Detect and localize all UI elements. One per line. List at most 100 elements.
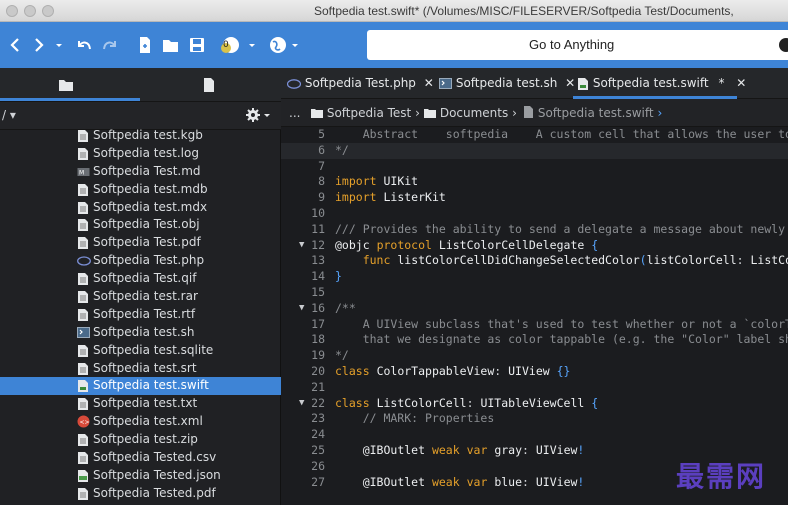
fold-toggle-icon[interactable]: ▼ <box>299 396 304 412</box>
file-tree-item[interactable]: Softpedia Test.rtf <box>0 306 281 324</box>
file-tree-item[interactable]: Softpedia Test.php <box>0 252 281 270</box>
breadcrumb-item[interactable]: Softpedia test.swift › <box>523 106 662 120</box>
redo-button[interactable] <box>101 34 121 56</box>
code-line[interactable]: 17 A UIView subclass that's used to test… <box>281 317 788 333</box>
file-tree-item[interactable]: Softpedia test.mdx <box>0 199 281 217</box>
tab-softpedia-test-php[interactable]: Softpedia Test.php ✕ <box>286 68 434 99</box>
file-tree-item[interactable]: M Softpedia Test.md <box>0 163 281 181</box>
tab-softpedia-test-sh[interactable]: Softpedia test.sh ✕ <box>439 68 575 99</box>
tab-open-files[interactable] <box>140 68 281 102</box>
file-tree-item[interactable]: Softpedia test.sh <box>0 324 281 342</box>
code-line[interactable]: 7 <box>281 159 788 175</box>
file-tree-item[interactable]: Softpedia test.log <box>0 145 281 163</box>
code-line[interactable]: 16 ▼ /** <box>281 301 788 317</box>
code-line[interactable]: 21 <box>281 380 788 396</box>
tab-label: Softpedia Test.php <box>304 76 416 90</box>
root-path-dropdown[interactable]: / ▾ <box>2 108 16 122</box>
fold-toggle-icon[interactable]: ▼ <box>299 301 304 317</box>
code-text: that we designate as color tappable (e.g… <box>335 332 788 347</box>
file-tree-item[interactable]: Softpedia test.mdb <box>0 181 281 199</box>
document-icon <box>77 451 89 465</box>
code-line[interactable]: 11 /// Provides the ability to send a del… <box>281 222 788 238</box>
code-line[interactable]: 10 <box>281 206 788 222</box>
file-tree-item[interactable]: Softpedia test.sqlite <box>0 342 281 360</box>
code-text: import ListerKit <box>335 190 446 205</box>
caret-down-icon <box>292 44 298 47</box>
file-tree-item[interactable]: Softpedia Test.obj <box>0 216 281 234</box>
code-line[interactable]: 19 */ <box>281 348 788 364</box>
browser-preview-button[interactable] <box>268 34 302 56</box>
settings-button[interactable] <box>246 108 272 124</box>
close-tab-icon[interactable]: ✕ <box>736 76 746 90</box>
file-tree-item[interactable]: Softpedia Test.qif <box>0 270 281 288</box>
code-line[interactable]: 14} <box>281 269 788 285</box>
back-button[interactable] <box>8 34 24 56</box>
file-tree-item[interactable]: Softpedia Tested.csv <box>0 449 281 467</box>
folder-icon <box>311 109 323 118</box>
minimize-window-button[interactable] <box>24 5 36 17</box>
file-tree-item[interactable]: Softpedia test.zip <box>0 431 281 449</box>
markdown-icon: M <box>77 165 90 179</box>
file-tree-item[interactable]: Softpedia Test.pdf <box>0 234 281 252</box>
close-window-button[interactable] <box>6 5 18 17</box>
code-line[interactable]: 18 that we designate as color tappable (… <box>281 332 788 348</box>
code-line[interactable]: 24 <box>281 427 788 443</box>
code-editor[interactable]: 5 Abstract softpedia A custom cell that … <box>281 127 788 505</box>
tab-label: Softpedia test.swift <box>592 76 709 90</box>
line-number: 6 <box>318 142 325 157</box>
code-line[interactable]: 13 func listColorCellDidChangeSelectedCo… <box>281 253 788 269</box>
tab-places[interactable] <box>0 68 140 102</box>
code-line[interactable]: 12 ▼ @objc protocol ListColorCellDelegate … <box>281 238 788 254</box>
breadcrumb: ... Softpedia Test › Documents › Softped… <box>281 99 788 127</box>
file-tree-item[interactable]: Softpedia test.srt <box>0 360 281 378</box>
notifications-button[interactable]: 0 <box>217 34 257 56</box>
breadcrumb-ellipsis[interactable]: ... <box>289 106 300 120</box>
code-line[interactable]: 20 class ColorTappableView: UIView {} <box>281 364 788 380</box>
code-text: @IBOutlet weak var gray: UIView! <box>362 442 585 457</box>
caret-down-icon <box>56 44 62 47</box>
terminal-icon <box>77 326 90 340</box>
file-tree-item[interactable]: Softpedia Tested.json <box>0 467 281 485</box>
document-icon <box>77 487 89 501</box>
forward-button[interactable] <box>32 34 48 56</box>
code-line[interactable]: 9 import ListerKit <box>281 190 788 206</box>
line-number: 14 <box>311 269 325 284</box>
file-tree-item[interactable]: Softpedia test.rar <box>0 288 281 306</box>
close-tab-icon[interactable]: ✕ <box>424 76 434 90</box>
close-tab-icon[interactable]: ✕ <box>565 76 575 90</box>
breadcrumb-item[interactable]: Documents › <box>424 106 517 120</box>
line-number: 13 <box>311 253 325 268</box>
search-mode-icon <box>779 38 788 52</box>
new-file-button[interactable] <box>137 34 155 56</box>
globe-icon <box>270 37 286 53</box>
history-dropdown[interactable] <box>54 34 66 56</box>
code-text: Abstract softpedia A custom cell that al… <box>335 127 788 141</box>
code-text: A UIView subclass that's used to test wh… <box>335 316 788 331</box>
file-tree-item[interactable]: <> Softpedia test.xml <box>0 413 281 431</box>
code-line[interactable]: 5 Abstract softpedia A custom cell that … <box>281 127 788 143</box>
code-line[interactable]: 8 import UIKit <box>281 174 788 190</box>
line-number: 20 <box>311 363 325 378</box>
watermark-logo: 最需网 <box>676 460 767 493</box>
undo-button[interactable] <box>75 34 95 56</box>
line-number: 24 <box>311 427 325 442</box>
zoom-window-button[interactable] <box>42 5 54 17</box>
breadcrumb-item[interactable]: Softpedia Test › <box>311 106 420 120</box>
file-tree-item[interactable]: Softpedia test.kgb <box>0 127 281 145</box>
code-line[interactable]: 23 // MARK: Properties <box>281 411 788 427</box>
file-tree-item[interactable]: Softpedia test.txt <box>0 395 281 413</box>
code-line[interactable]: 22 ▼ class ListColorCell: UITableViewCell … <box>281 396 788 412</box>
go-to-anything-input[interactable]: Go to Anything <box>367 30 788 60</box>
tab-softpedia-test-swift[interactable]: Softpedia test.swift * ✕ <box>577 68 746 99</box>
code-line[interactable]: 15 <box>281 285 788 301</box>
fold-toggle-icon[interactable]: ▼ <box>299 238 304 254</box>
open-folder-button[interactable] <box>162 34 182 56</box>
file-name: Softpedia test.swift <box>93 378 209 393</box>
file-name: Softpedia Test.pdf <box>93 235 201 250</box>
code-line[interactable]: 6 */ <box>281 142 788 159</box>
file-tree-item[interactable]: Softpedia Tested.pdf <box>0 485 281 503</box>
file-tree-item[interactable]: Softpedia test.swift <box>0 377 281 396</box>
code-text: */ <box>335 142 349 157</box>
save-button[interactable] <box>188 34 208 56</box>
line-number: 17 <box>311 316 325 331</box>
